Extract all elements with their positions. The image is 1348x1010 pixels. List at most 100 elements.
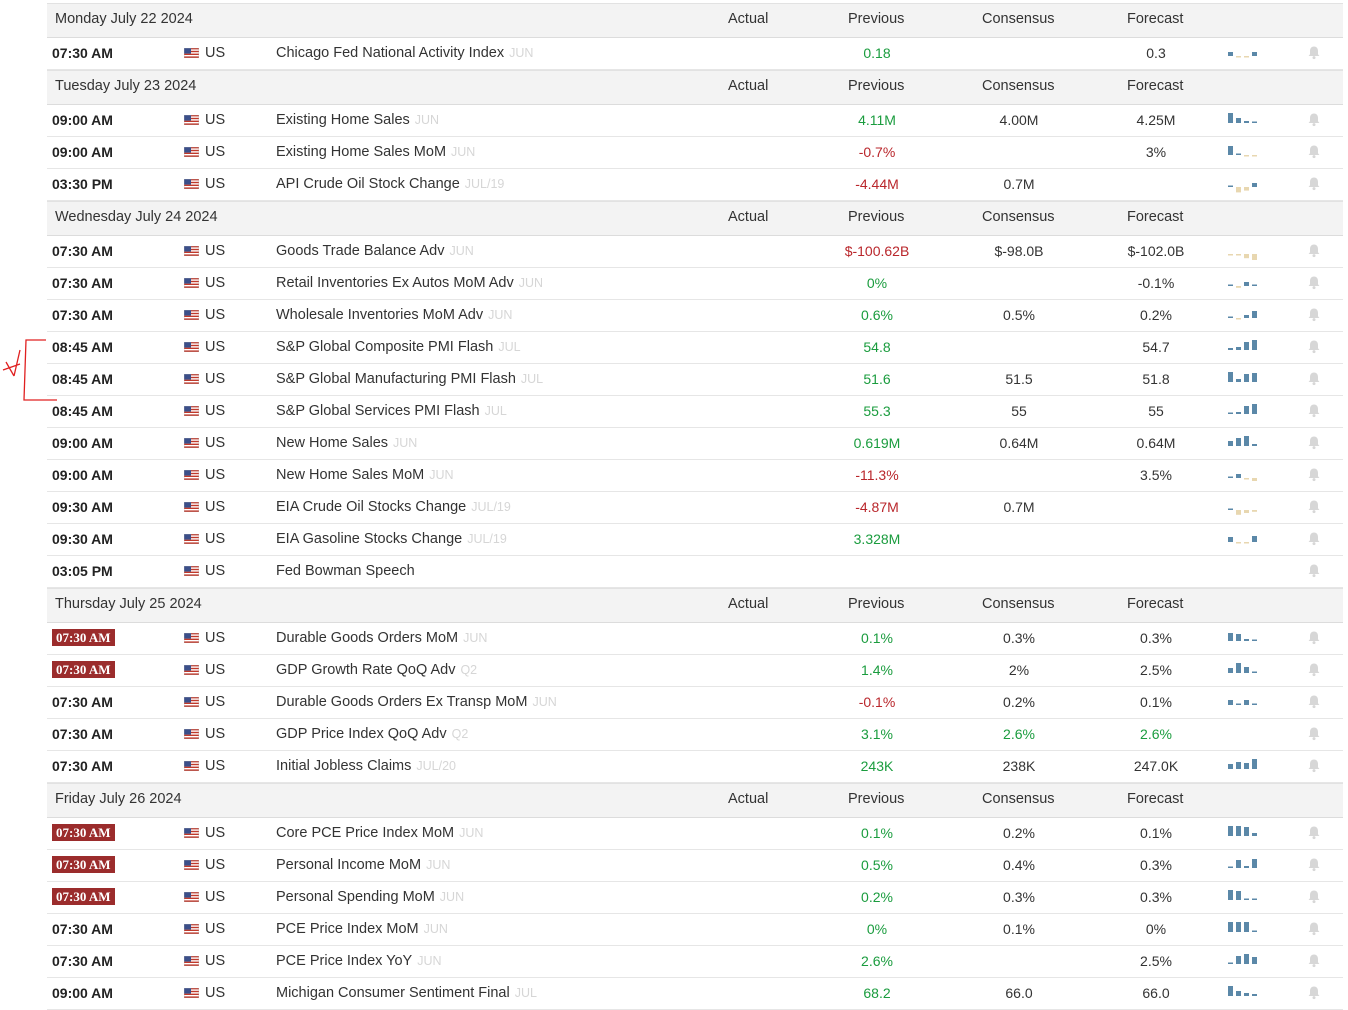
event-name-link[interactable]: GDP Growth Rate QoQ Adv Q2 xyxy=(276,655,477,686)
event-row[interactable]: 07:30 AM US GDP Growth Rate QoQ Adv Q2 1.4%… xyxy=(47,655,1343,687)
event-name-link[interactable]: Core PCE Price Index MoM JUN xyxy=(276,818,483,849)
bell-icon[interactable] xyxy=(1307,467,1321,482)
event-row[interactable]: 08:45 AM US S&P Global Manufacturing PMI … xyxy=(47,364,1343,396)
sparkline-chart[interactable] xyxy=(1227,694,1259,711)
sparkline-chart[interactable] xyxy=(1227,531,1259,548)
event-name-link[interactable]: GDP Price Index QoQ Adv Q2 xyxy=(276,719,468,750)
event-name[interactable]: Fed Bowman Speech xyxy=(276,563,415,579)
event-name-link[interactable]: PCE Price Index MoM JUN xyxy=(276,914,448,945)
sparkline-chart[interactable] xyxy=(1227,403,1259,420)
event-name-link[interactable]: Retail Inventories Ex Autos MoM Adv JUN xyxy=(276,268,543,299)
column-header-forecast[interactable]: Forecast xyxy=(1127,784,1183,815)
sparkline-chart[interactable] xyxy=(1227,921,1259,938)
event-name-link[interactable]: Personal Spending MoM JUN xyxy=(276,882,464,913)
event-name[interactable]: Durable Goods Orders MoM xyxy=(276,630,458,646)
bell-icon[interactable] xyxy=(1307,921,1321,936)
event-name[interactable]: Retail Inventories Ex Autos MoM Adv xyxy=(276,275,514,291)
event-name-link[interactable]: S&P Global Manufacturing PMI Flash JUL xyxy=(276,364,543,395)
sparkline-chart[interactable] xyxy=(1227,112,1259,129)
event-name-link[interactable]: New Home Sales JUN xyxy=(276,428,417,459)
sparkline-chart[interactable] xyxy=(1227,662,1259,679)
column-header-previous[interactable]: Previous xyxy=(848,784,904,815)
sparkline-chart[interactable] xyxy=(1227,467,1259,484)
column-header-forecast[interactable]: Forecast xyxy=(1127,71,1183,102)
bell-icon[interactable] xyxy=(1307,243,1321,258)
sparkline-chart[interactable] xyxy=(1227,435,1259,452)
bell-icon[interactable] xyxy=(1307,403,1321,418)
event-row[interactable]: 07:30 AM US PCE Price Index MoM JUN 0% 0.1% 0… xyxy=(47,914,1343,946)
event-name[interactable]: PCE Price Index YoY xyxy=(276,953,412,969)
event-name[interactable]: S&P Global Composite PMI Flash xyxy=(276,339,493,355)
column-header-actual[interactable]: Actual xyxy=(728,784,768,815)
event-name-link[interactable]: Wholesale Inventories MoM Adv JUN xyxy=(276,300,512,331)
bell-icon[interactable] xyxy=(1307,45,1321,60)
bell-icon[interactable] xyxy=(1307,531,1321,546)
bell-icon[interactable] xyxy=(1307,825,1321,840)
event-name-link[interactable]: Existing Home Sales MoM JUN xyxy=(276,137,475,168)
event-row[interactable]: 07:30 AM US Core PCE Price Index MoM JUN 0.… xyxy=(47,818,1343,850)
column-header-forecast[interactable]: Forecast xyxy=(1127,4,1183,35)
event-row[interactable]: 07:30 AM US Goods Trade Balance Adv JUN $-1… xyxy=(47,236,1343,268)
bell-icon[interactable] xyxy=(1307,176,1321,191)
sparkline-chart[interactable] xyxy=(1227,45,1259,62)
event-name[interactable]: GDP Price Index QoQ Adv xyxy=(276,726,447,742)
event-row[interactable]: 09:00 AM US Existing Home Sales JUN 4.11M 4.… xyxy=(47,105,1343,137)
sparkline-chart[interactable] xyxy=(1227,953,1259,970)
bell-icon[interactable] xyxy=(1307,563,1321,578)
column-header-forecast[interactable]: Forecast xyxy=(1127,202,1183,233)
event-name[interactable]: Core PCE Price Index MoM xyxy=(276,825,454,841)
column-header-previous[interactable]: Previous xyxy=(848,71,904,102)
column-header-forecast[interactable]: Forecast xyxy=(1127,589,1183,620)
sparkline-chart[interactable] xyxy=(1227,825,1259,842)
sparkline-chart[interactable] xyxy=(1227,176,1259,193)
column-header-actual[interactable]: Actual xyxy=(728,4,768,35)
event-row[interactable]: 03:05 PM US Fed Bowman Speech xyxy=(47,556,1343,588)
bell-icon[interactable] xyxy=(1307,371,1321,386)
column-header-actual[interactable]: Actual xyxy=(728,202,768,233)
event-name[interactable]: PCE Price Index MoM xyxy=(276,921,419,937)
bell-icon[interactable] xyxy=(1307,630,1321,645)
sparkline-chart[interactable] xyxy=(1227,275,1259,292)
bell-icon[interactable] xyxy=(1307,339,1321,354)
sparkline-chart[interactable] xyxy=(1227,630,1259,647)
event-row[interactable]: 03:30 PM US API Crude Oil Stock Change JUL… xyxy=(47,169,1343,201)
event-name[interactable]: New Home Sales MoM xyxy=(276,467,424,483)
event-name[interactable]: API Crude Oil Stock Change xyxy=(276,176,460,192)
event-row[interactable]: 09:00 AM US New Home Sales MoM JUN -11.3% 3.… xyxy=(47,460,1343,492)
event-name-link[interactable]: S&P Global Services PMI Flash JUL xyxy=(276,396,507,427)
sparkline-chart[interactable] xyxy=(1227,307,1259,324)
event-name[interactable]: Personal Spending MoM xyxy=(276,889,435,905)
column-header-actual[interactable]: Actual xyxy=(728,71,768,102)
column-header-actual[interactable]: Actual xyxy=(728,589,768,620)
column-header-consensus[interactable]: Consensus xyxy=(982,202,1055,233)
event-row[interactable]: 07:30 AM US Personal Spending MoM JUN 0.2% 0… xyxy=(47,882,1343,914)
sparkline-chart[interactable] xyxy=(1227,889,1259,906)
event-row[interactable]: 09:00 AM US Michigan Consumer Sentiment F… xyxy=(47,978,1343,1010)
event-name[interactable]: Goods Trade Balance Adv xyxy=(276,243,444,259)
event-name[interactable]: Durable Goods Orders Ex Transp MoM xyxy=(276,694,527,710)
event-name-link[interactable]: S&P Global Composite PMI Flash JUL xyxy=(276,332,521,363)
bell-icon[interactable] xyxy=(1307,499,1321,514)
sparkline-chart[interactable] xyxy=(1227,144,1259,161)
bell-icon[interactable] xyxy=(1307,435,1321,450)
sparkline-chart[interactable] xyxy=(1227,243,1259,260)
event-row[interactable]: 08:45 AM US S&P Global Composite PMI Flas… xyxy=(47,332,1343,364)
bell-icon[interactable] xyxy=(1307,726,1321,741)
event-name-link[interactable]: PCE Price Index YoY JUN xyxy=(276,946,442,977)
sparkline-chart[interactable] xyxy=(1227,758,1259,775)
event-name[interactable]: Michigan Consumer Sentiment Final xyxy=(276,985,510,1001)
event-row[interactable]: 07:30 AM US Durable Goods Orders Ex Trans… xyxy=(47,687,1343,719)
event-name[interactable]: Initial Jobless Claims xyxy=(276,758,411,774)
event-name[interactable]: Personal Income MoM xyxy=(276,857,421,873)
event-name[interactable]: S&P Global Manufacturing PMI Flash xyxy=(276,371,516,387)
event-name[interactable]: GDP Growth Rate QoQ Adv xyxy=(276,662,455,678)
event-row[interactable]: 07:30 AM US GDP Price Index QoQ Adv Q2 3.1%… xyxy=(47,719,1343,751)
event-name-link[interactable]: New Home Sales MoM JUN xyxy=(276,460,454,491)
bell-icon[interactable] xyxy=(1307,694,1321,709)
event-row[interactable]: 07:30 AM US Retail Inventories Ex Autos M… xyxy=(47,268,1343,300)
event-row[interactable]: 07:30 AM US Chicago Fed National Activity… xyxy=(47,38,1343,70)
bell-icon[interactable] xyxy=(1307,275,1321,290)
event-row[interactable]: 07:30 AM US Initial Jobless Claims JUL/20 2… xyxy=(47,751,1343,783)
sparkline-chart[interactable] xyxy=(1227,339,1259,356)
event-name-link[interactable]: EIA Gasoline Stocks Change JUL/19 xyxy=(276,524,507,555)
